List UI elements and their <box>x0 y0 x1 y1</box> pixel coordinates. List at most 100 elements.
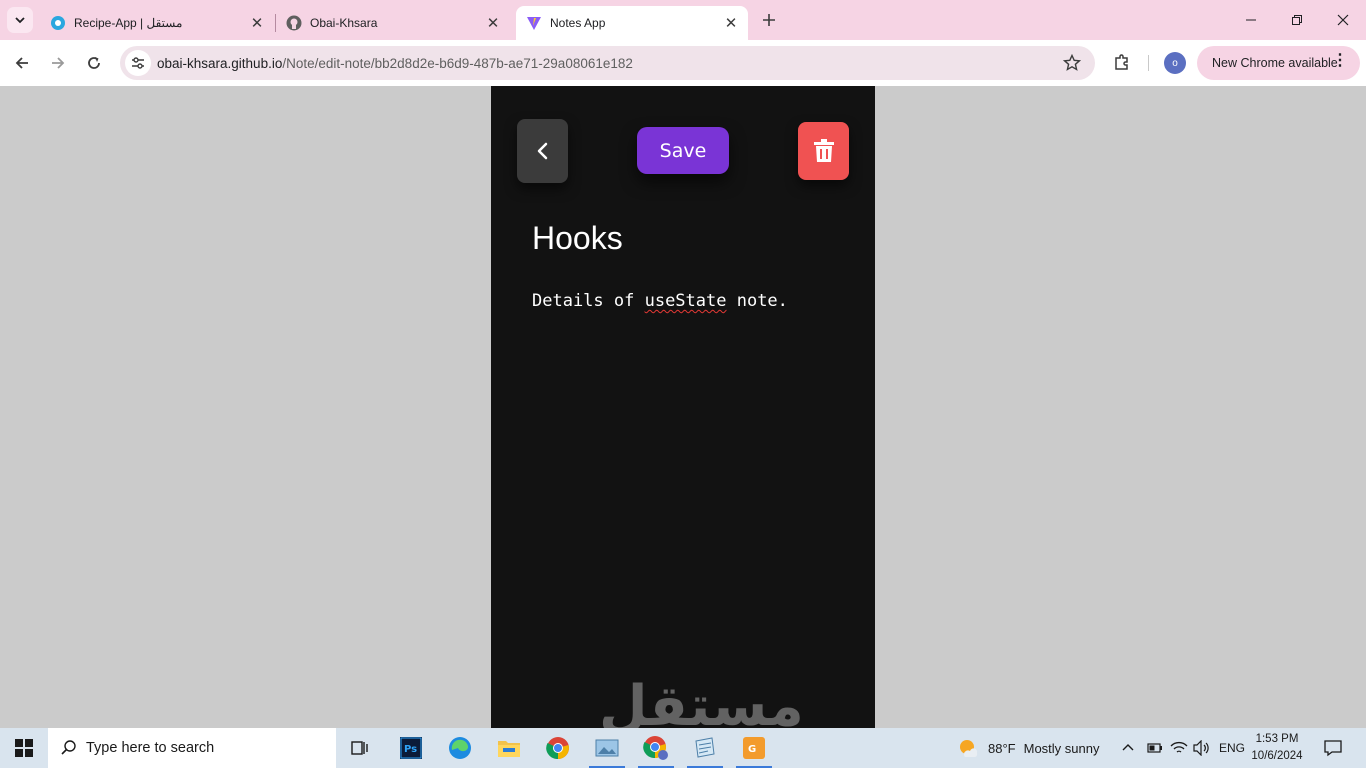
site-info-button[interactable] <box>125 50 151 76</box>
more-menu-icon[interactable]: ⋮ <box>1332 53 1348 69</box>
notes-app-container: Save Hooks Details of useState note. مست… <box>491 86 875 728</box>
volume-indicator[interactable] <box>1193 728 1211 768</box>
restore-icon <box>1292 15 1302 25</box>
clock-time: 1:53 PM <box>1255 733 1299 745</box>
tab-title: Notes App <box>550 16 606 30</box>
address-bar[interactable]: obai-khsara.github.io/Note/edit-note/bb2… <box>120 46 1095 80</box>
network-indicator[interactable] <box>1170 728 1188 768</box>
search-icon <box>61 740 76 755</box>
tab-obai-khsara[interactable]: Obai-Khsara ✕ <box>276 6 510 40</box>
profile-avatar[interactable]: o <box>1164 52 1186 74</box>
new-tab-button[interactable] <box>757 8 781 32</box>
weather-description: Mostly sunny <box>1023 740 1100 756</box>
tune-icon <box>132 57 144 69</box>
close-tab-icon[interactable]: ✕ <box>722 14 740 32</box>
photoshop-app[interactable]: Ps <box>391 732 431 764</box>
save-button[interactable]: Save <box>637 127 729 174</box>
extensions-button[interactable] <box>1109 49 1135 75</box>
browser-toolbar: obai-khsara.github.io/Note/edit-note/bb2… <box>0 40 1366 86</box>
sun-cloud-icon <box>960 740 978 757</box>
note-title-input[interactable]: Hooks <box>532 220 623 257</box>
chrome-update-button[interactable]: New Chrome available ⋮ <box>1197 46 1360 80</box>
chevron-left-icon <box>537 142 547 160</box>
arrow-right-icon <box>52 57 65 69</box>
back-button[interactable] <box>517 119 568 183</box>
plus-icon <box>763 14 775 26</box>
edge-icon <box>449 737 471 759</box>
trash-icon <box>813 139 834 162</box>
note-body-textarea[interactable]: Details of useState note. <box>532 291 788 311</box>
pdf-icon: G <box>743 737 765 759</box>
chrome-icon <box>546 737 569 760</box>
url-host: obai-khsara.github.io <box>157 55 283 71</box>
folder-icon <box>498 741 520 757</box>
windows-logo-icon <box>15 739 33 757</box>
weather-temp: 88°F <box>988 740 1016 756</box>
mostaql-favicon-icon <box>50 15 66 31</box>
svg-text:G: G <box>748 744 756 755</box>
notifications-button[interactable] <box>1323 728 1343 768</box>
chevron-down-icon <box>15 17 25 24</box>
edge-app[interactable] <box>440 732 480 764</box>
notification-icon <box>1324 740 1342 757</box>
note-body-text: Details of <box>532 291 645 311</box>
minimize-icon <box>1246 19 1256 21</box>
search-placeholder: Type here to search <box>86 740 215 756</box>
close-tab-icon[interactable]: ✕ <box>248 14 266 32</box>
svg-text:Ps: Ps <box>404 744 417 755</box>
reload-button[interactable] <box>79 48 109 78</box>
note-body-text-end: note. <box>726 291 788 311</box>
photos-icon <box>595 739 619 757</box>
url-text: obai-khsara.github.io/Note/edit-note/bb2… <box>157 56 633 71</box>
toolbar-separator <box>1148 55 1149 71</box>
chrome-profile-app[interactable] <box>636 732 676 768</box>
puzzle-icon <box>1115 54 1128 70</box>
close-icon <box>1337 14 1349 26</box>
weather-widget[interactable]: 88°F Mostly sunny <box>956 728 1099 768</box>
taskbar-search[interactable]: Type here to search <box>48 728 336 768</box>
mostaql-watermark: مستقل <box>599 674 804 728</box>
task-view-button[interactable] <box>340 732 380 764</box>
github-icon <box>286 15 302 31</box>
battery-plug-icon <box>1147 743 1162 753</box>
close-tab-icon[interactable]: ✕ <box>484 14 502 32</box>
arrow-left-icon <box>15 57 28 69</box>
show-hidden-icons[interactable] <box>1121 728 1135 768</box>
taskbar-clock[interactable]: 1:53 PM 10/6/2024 <box>1247 731 1307 765</box>
back-nav-button[interactable] <box>7 48 37 78</box>
chrome-profile-icon <box>643 736 668 760</box>
tab-search-button[interactable] <box>7 7 33 33</box>
clock-date: 10/6/2024 <box>1251 750 1303 762</box>
speaker-icon <box>1193 740 1209 756</box>
page-viewport: Save Hooks Details of useState note. مست… <box>0 86 1366 728</box>
wifi-icon <box>1170 741 1188 753</box>
restore-button[interactable] <box>1274 0 1320 40</box>
vite-icon <box>526 15 542 31</box>
notepad-icon <box>695 737 715 758</box>
chrome-app[interactable] <box>538 732 578 764</box>
bookmark-star-icon[interactable] <box>1063 54 1081 72</box>
photos-app[interactable] <box>587 732 627 768</box>
tab-recipe-app[interactable]: Recipe-App | مستقل ✕ <box>40 6 274 40</box>
battery-indicator[interactable] <box>1145 728 1163 768</box>
tab-title: Recipe-App | مستقل <box>74 16 183 30</box>
url-path: /Note/edit-note/bb2d8d2e-b6d9-487b-ae71-… <box>282 55 633 71</box>
task-view-icon <box>351 741 368 755</box>
start-button[interactable] <box>0 728 48 768</box>
photoshop-icon: Ps <box>400 737 422 759</box>
tab-title: Obai-Khsara <box>310 16 378 30</box>
update-label: New Chrome available <box>1212 56 1338 70</box>
file-explorer-app[interactable] <box>489 732 529 764</box>
tab-notes-app[interactable]: Notes App ✕ <box>516 6 748 40</box>
minimize-button[interactable] <box>1228 0 1274 40</box>
delete-button[interactable] <box>798 122 849 180</box>
tab-strip: Recipe-App | مستقل ✕ Obai-Khsara ✕ Notes… <box>0 0 1366 40</box>
misspelled-word: useState <box>644 291 727 311</box>
taskbar: Type here to search Ps G 88°F Mostly sun… <box>0 728 1366 768</box>
pdf-app[interactable]: G <box>734 732 774 768</box>
language-indicator[interactable]: ENG <box>1219 728 1245 768</box>
close-window-button[interactable] <box>1320 0 1366 40</box>
reload-icon <box>88 57 100 69</box>
forward-nav-button[interactable] <box>43 48 73 78</box>
notepad-app[interactable] <box>685 732 725 768</box>
